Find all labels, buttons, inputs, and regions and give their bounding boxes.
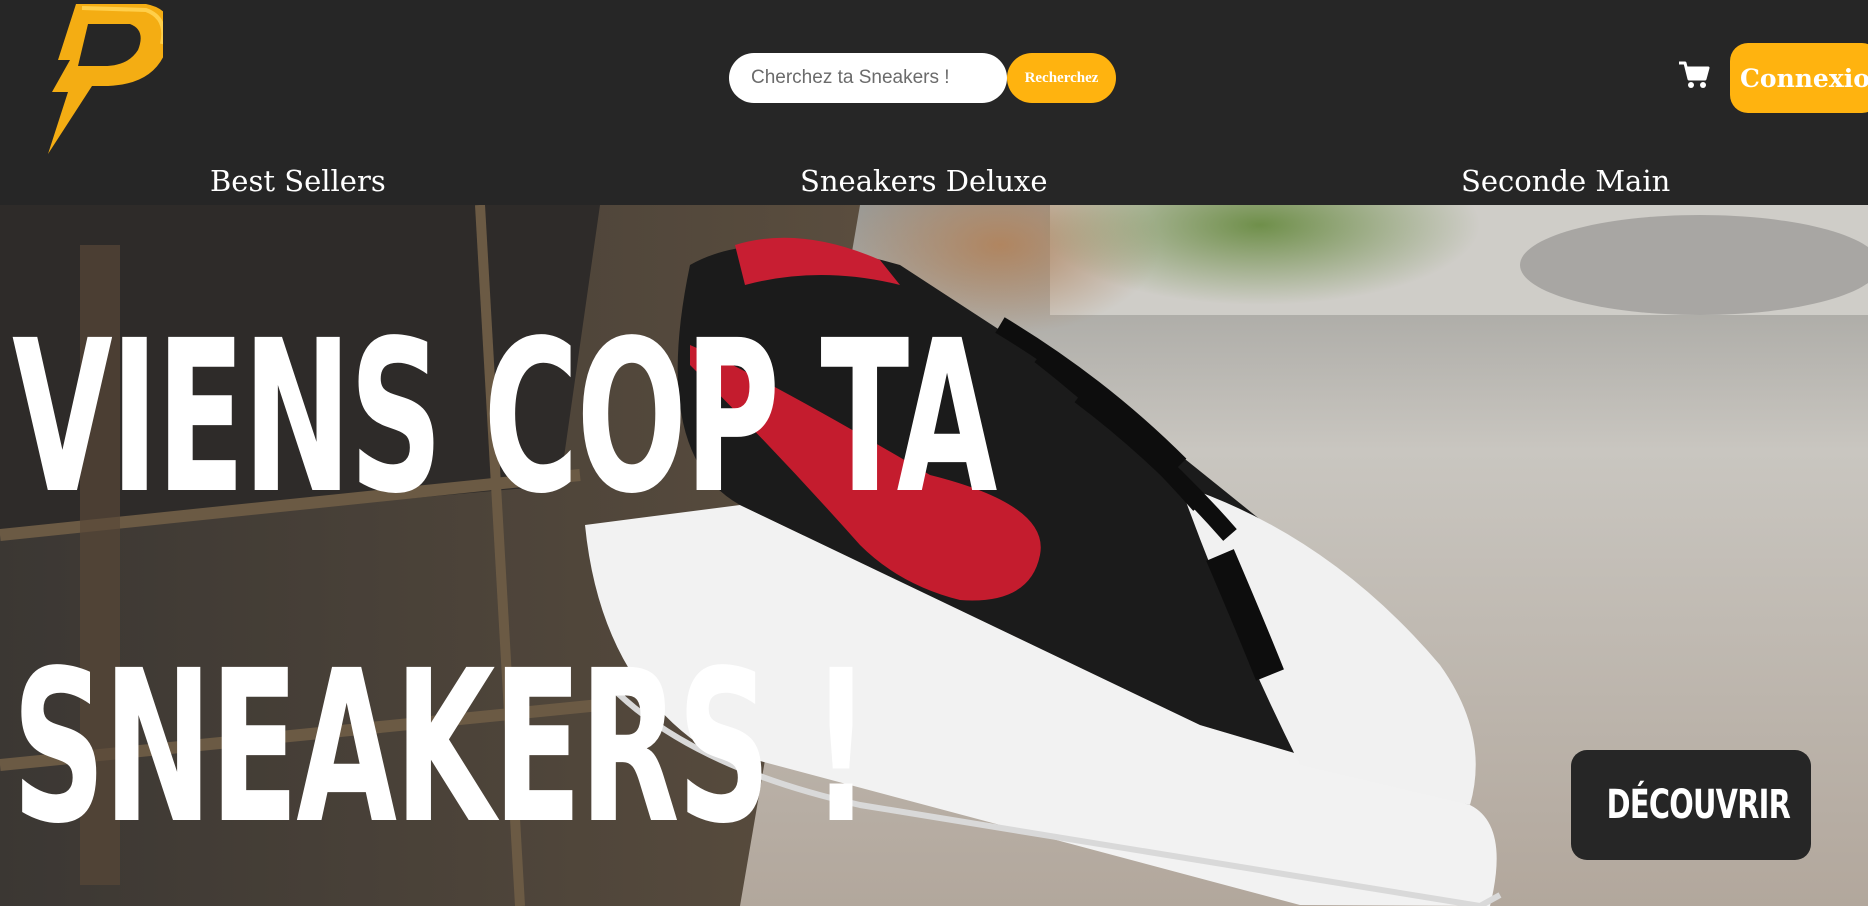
main-nav: Best Sellers Sneakers Deluxe Seconde Mai… xyxy=(0,164,1868,206)
discover-button[interactable]: DÉCOUVRIR xyxy=(1571,750,1811,860)
search-input[interactable] xyxy=(729,53,1007,103)
login-button[interactable]: Connexion xyxy=(1730,43,1868,113)
hero-headline-line-1: VIENS COP TA xyxy=(12,295,997,540)
nav-item-seconde-main[interactable]: Seconde Main xyxy=(1461,164,1670,198)
hero-banner: VIENS COP TA SNEAKERS ! DÉCOUVRIR xyxy=(0,205,1868,906)
brand-logo[interactable] xyxy=(18,0,163,158)
discover-button-label: DÉCOUVRIR xyxy=(1606,782,1791,828)
search-button[interactable]: Recherchez xyxy=(1007,53,1116,103)
site-header: Recherchez Connexion Best Sellers Sneake… xyxy=(0,0,1868,205)
shopping-cart-icon[interactable] xyxy=(1678,60,1710,90)
hero-headline-line-2: SNEAKERS ! xyxy=(12,625,871,870)
nav-item-best-sellers[interactable]: Best Sellers xyxy=(210,164,386,198)
nav-item-sneakers-deluxe[interactable]: Sneakers Deluxe xyxy=(800,164,1048,198)
